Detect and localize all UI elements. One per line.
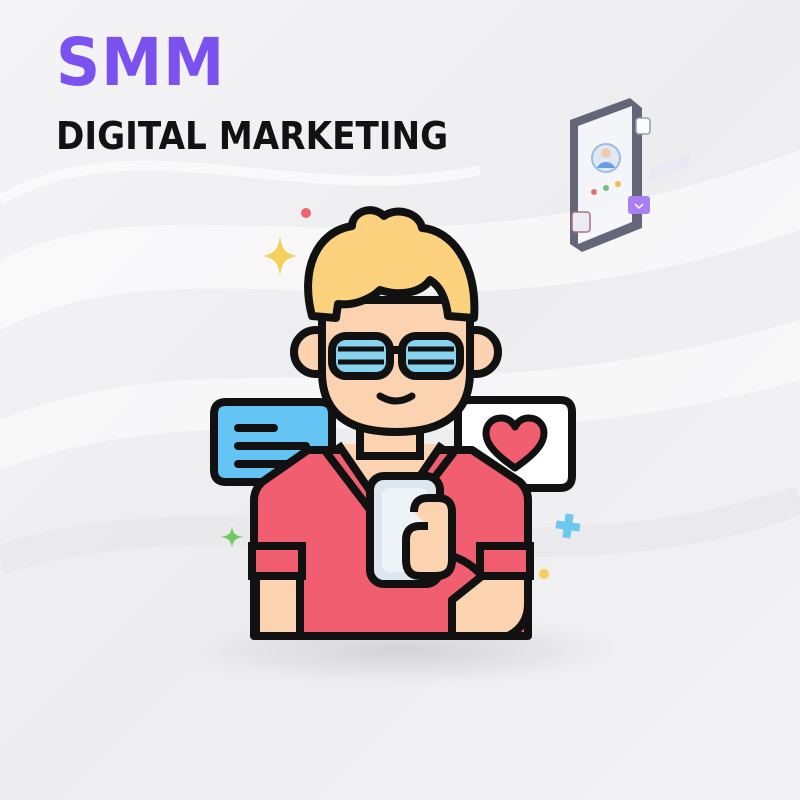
floating-phone-icon xyxy=(570,98,690,252)
person-head xyxy=(290,206,502,436)
dot-yellow-icon xyxy=(539,569,549,579)
plus-blue-icon xyxy=(555,513,581,539)
sparkle-yellow-icon xyxy=(262,236,298,276)
illustration xyxy=(210,98,690,640)
dot-red-icon xyxy=(301,208,311,218)
sparkle-green-icon xyxy=(220,526,244,548)
